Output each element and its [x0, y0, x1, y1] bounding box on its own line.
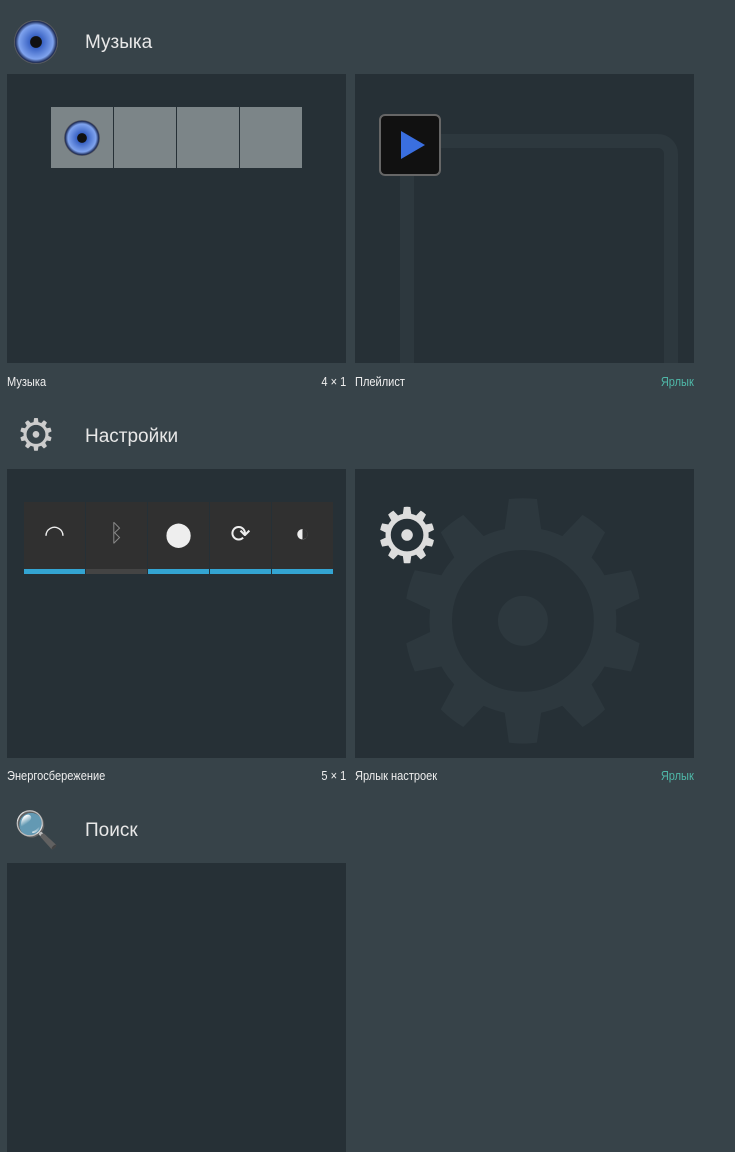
toggle-bluetooth: ᛒ — [86, 502, 147, 574]
widget-search-preview[interactable] — [7, 863, 346, 1152]
toggle-brightness: ◐ — [272, 502, 333, 574]
toggle-location: ⬤ — [148, 502, 209, 574]
widget-size: 5 × 1 — [321, 768, 346, 783]
widget-name: Плейлист — [355, 374, 405, 389]
widget-cell — [114, 107, 176, 168]
widget-cell — [177, 107, 239, 168]
magnifier-icon: 🔍 — [14, 809, 59, 850]
section-title: Музыка — [85, 32, 153, 53]
wifi-icon: ◠ — [44, 521, 65, 548]
play-icon — [379, 114, 441, 176]
widget-cell — [51, 107, 113, 168]
widget-playlist-preview[interactable] — [355, 74, 694, 363]
widget-size: 4 × 1 — [321, 374, 346, 389]
section-header-music: Музыка — [0, 12, 735, 72]
playlist-bg-icon — [400, 134, 678, 363]
section-header-search: 🔍 Поиск — [0, 800, 735, 860]
bluetooth-icon: ᛒ — [109, 520, 124, 547]
speaker-icon — [64, 120, 100, 156]
location-icon: ⬤ — [165, 521, 192, 548]
gear-icon: ⚙ — [16, 411, 56, 460]
toggle-sync: ⟳ — [210, 502, 271, 574]
speaker-icon — [14, 20, 58, 64]
widget-name: Ярлык настроек — [355, 768, 438, 783]
widget-name: Энергосбережение — [7, 768, 106, 783]
section-title: Настройки — [85, 426, 179, 447]
widget-name: Музыка — [7, 374, 47, 389]
gear-icon: ⚙ — [373, 494, 442, 579]
widget-settings-shortcut-preview[interactable]: ⚙ ⚙ — [355, 469, 694, 758]
section-header-settings: ⚙ Настройки — [0, 406, 735, 466]
toggle-wifi: ◠ — [24, 502, 85, 574]
widget-cell — [240, 107, 302, 168]
widget-power-control-preview[interactable]: ◠ ᛒ ⬤ ⟳ ◐ — [7, 469, 346, 758]
widget-type: Ярлык — [661, 374, 694, 389]
widget-type: Ярлык — [661, 768, 694, 783]
sync-icon: ⟳ — [230, 521, 251, 548]
widget-music-preview[interactable] — [7, 74, 346, 363]
section-title: Поиск — [85, 820, 138, 841]
brightness-icon: ◐ — [295, 520, 310, 547]
